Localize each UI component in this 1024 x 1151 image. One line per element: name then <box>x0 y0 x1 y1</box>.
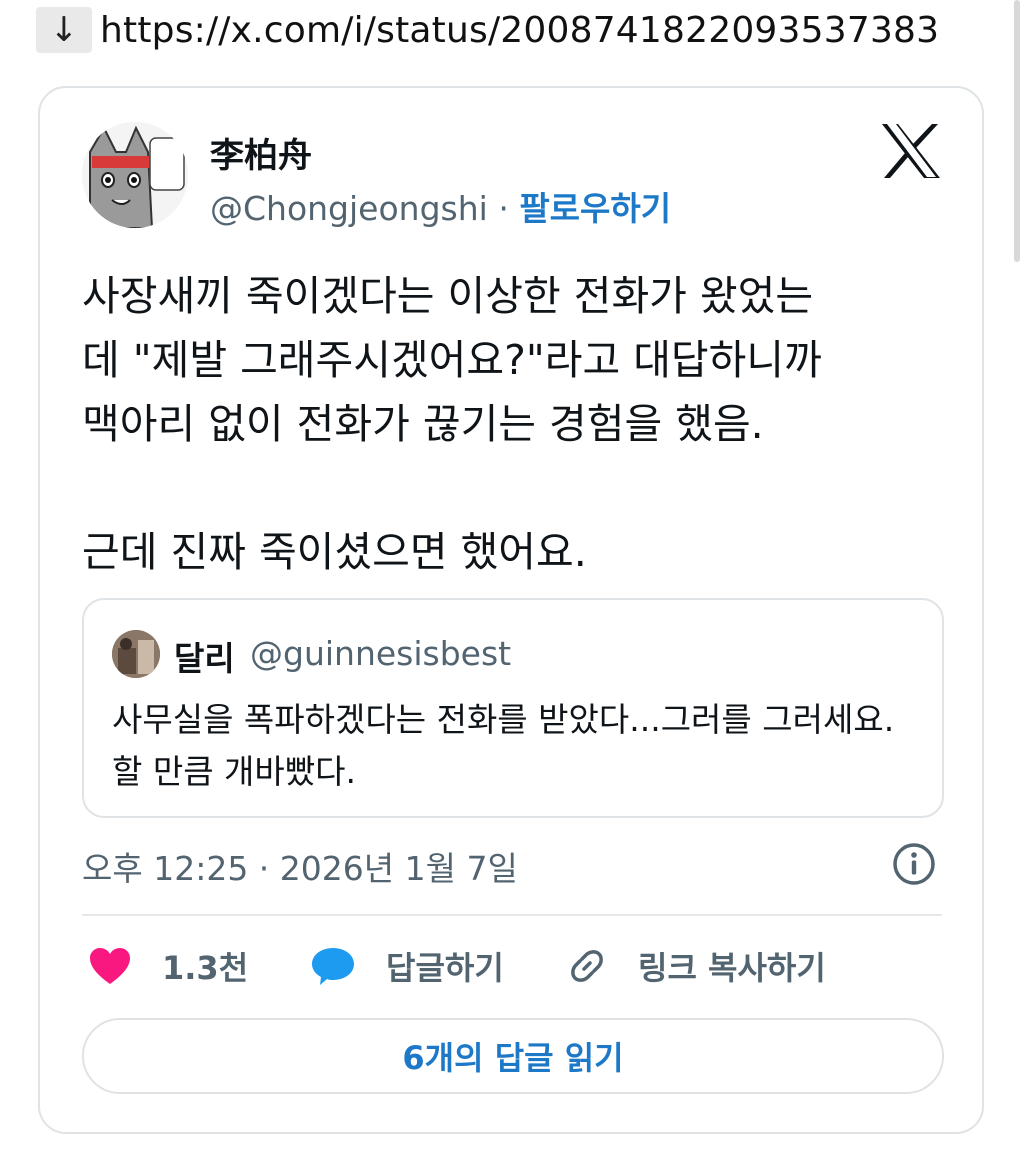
reply-button[interactable]: 답글하기 <box>310 936 504 996</box>
reply-label: 답글하기 <box>386 949 504 987</box>
heart-icon <box>90 948 130 984</box>
author-handle[interactable]: @Chongjeongshi <box>210 189 488 228</box>
link-icon <box>571 950 603 982</box>
author-name[interactable]: 李柏舟 <box>210 128 312 177</box>
quote-author-handle[interactable]: @guinnesisbest <box>250 634 511 673</box>
copy-link-button[interactable]: 링크 복사하기 <box>566 936 826 996</box>
address-bar[interactable]: ↓ https://x.com/i/status/200874182209353… <box>36 4 984 56</box>
copy-link-label: 링크 복사하기 <box>638 949 826 987</box>
like-count: 1.3천 <box>162 949 249 987</box>
read-replies-button[interactable]: 6개의 답글 읽기 <box>82 1018 944 1094</box>
tweet-body: 사장새끼 죽이겠다는 이상한 전화가 왔었는 데 "제발 그래주시겠어요?"라고… <box>82 272 822 576</box>
quoted-tweet[interactable]: 달리 @guinnesisbest 사무실을 폭파하겠다는 전화를 받았다...… <box>82 598 944 818</box>
url-text[interactable]: https://x.com/i/status/20087418220935373… <box>100 10 939 51</box>
separator-dot: · <box>498 189 509 228</box>
tweet-card: 李柏舟 @Chongjeongshi · 팔로우하기 사장새끼 죽이겠다는 이상… <box>38 86 984 1134</box>
quote-text: 사무실을 폭파하겠다는 전화를 받았다...그러를 그러세요. 할 만큼 개바빴… <box>112 700 895 791</box>
x-logo-icon[interactable] <box>880 122 942 180</box>
scrollbar[interactable] <box>1014 0 1020 262</box>
speech-bubble-icon <box>312 948 354 985</box>
tweet-timestamp[interactable]: 오후 12:25 · 2026년 1월 7일 <box>82 842 518 890</box>
info-icon[interactable] <box>892 842 936 886</box>
divider <box>82 914 942 916</box>
author-handle-row: @Chongjeongshi · 팔로우하기 <box>210 182 671 230</box>
download-arrow-icon[interactable]: ↓ <box>36 7 92 53</box>
follow-button[interactable]: 팔로우하기 <box>519 189 671 228</box>
action-bar: 1.3천 답글하기 링크 복사하기 <box>82 936 944 996</box>
quote-author-name[interactable]: 달리 <box>174 632 235 680</box>
author-avatar[interactable] <box>82 122 188 228</box>
quote-avatar[interactable] <box>112 630 160 678</box>
like-button[interactable]: 1.3천 <box>88 936 248 996</box>
